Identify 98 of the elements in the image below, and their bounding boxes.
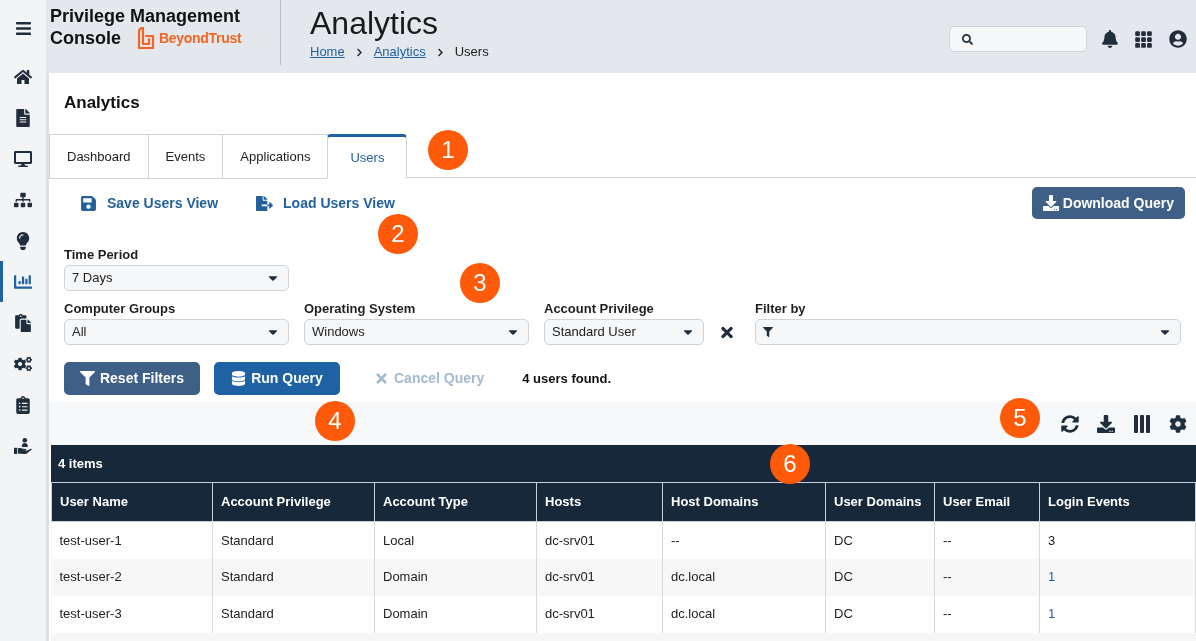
app-title: Console <box>50 27 121 49</box>
result-count: 4 users found. <box>522 369 612 388</box>
search-icon <box>962 33 973 45</box>
breadcrumb-link[interactable]: Users <box>454 44 489 60</box>
menu-icon <box>14 19 32 37</box>
save-icon <box>80 194 97 212</box>
apps-button[interactable] <box>1134 29 1153 49</box>
reset-filters-button[interactable]: Reset Filters <box>64 362 200 395</box>
table-cell: test-user-1 <box>51 521 213 559</box>
dropdown-field[interactable]: Standard User <box>544 319 704 345</box>
page-title: Analytics <box>310 5 440 41</box>
table-cell: Domain <box>374 558 537 596</box>
view-action-link[interactable]: Load Users View <box>256 192 395 214</box>
settings-button[interactable] <box>1169 414 1187 433</box>
field-label: Operating System <box>304 301 417 317</box>
refresh-icon <box>1061 414 1079 433</box>
breadcrumb-link[interactable]: Home <box>310 44 345 60</box>
column-header[interactable]: Account Type <box>374 482 537 522</box>
table-cell: Domain <box>374 595 537 633</box>
dropdown-field[interactable] <box>755 319 1181 345</box>
column-header[interactable]: Hosts <box>536 482 663 522</box>
table-cell: dc-srv01 <box>536 595 663 633</box>
bell-icon <box>1101 30 1119 48</box>
table-cell: Local <box>374 521 537 559</box>
table-cell: DC <box>825 521 935 559</box>
section-heading: Analytics <box>63 92 141 114</box>
home-icon <box>14 67 32 86</box>
column-header[interactable]: Host Domains <box>662 482 826 522</box>
gears-icon <box>14 354 32 373</box>
table-cell: -- <box>934 521 1040 559</box>
dropdown-field[interactable]: Windows <box>304 319 529 345</box>
field-label: Filter by <box>755 301 807 317</box>
chevron-icon <box>354 47 364 57</box>
field-label: Account Privilege <box>544 301 655 317</box>
clipboard-list-icon <box>14 395 32 414</box>
column-header[interactable]: Account Privilege <box>212 482 375 522</box>
table-cell: -- <box>662 521 826 559</box>
columns-button[interactable] <box>1133 414 1151 433</box>
columns-icon <box>1133 414 1151 433</box>
view-action-link[interactable]: Save Users View <box>80 192 219 214</box>
tab[interactable]: Dashboard <box>49 134 149 179</box>
table-cell: test-user-3 <box>51 595 213 633</box>
events-cell: 3 <box>1039 521 1196 559</box>
tab[interactable]: Applications <box>222 134 329 179</box>
item-count: 4 items <box>58 454 103 473</box>
table-cell: dc.local <box>662 558 826 596</box>
bracket-logo-icon <box>137 27 155 49</box>
table-cell: -- <box>934 595 1040 633</box>
table-cell: test-user-2 <box>51 558 213 596</box>
account-button[interactable] <box>1169 30 1187 48</box>
refresh-button[interactable] <box>1061 414 1079 433</box>
monitor-icon <box>14 149 32 168</box>
file-export-icon <box>256 194 274 212</box>
network-icon <box>14 190 32 209</box>
run-query-button[interactable]: Run Query <box>214 362 340 395</box>
field-label: Time Period <box>64 247 140 263</box>
dropdown-field[interactable]: 7 Days <box>64 265 289 291</box>
table-cell: -- <box>934 558 1040 596</box>
download-query-button[interactable]: Download Query <box>1031 187 1185 219</box>
events-cell[interactable]: 1 <box>1039 558 1196 596</box>
table-cell: DC <box>825 595 935 633</box>
tab[interactable]: Users <box>327 134 408 179</box>
table-cell: dc-srv01 <box>536 521 663 559</box>
column-header[interactable]: User Domains <box>825 482 935 522</box>
app-title: Privilege Management <box>50 6 242 27</box>
hand-with-person-icon <box>14 436 32 455</box>
tab[interactable]: Events <box>147 134 224 179</box>
table-cell: Standard <box>212 521 375 559</box>
funnel-icon <box>763 327 773 337</box>
bar-chart-icon <box>14 272 32 291</box>
search-field[interactable] <box>949 26 1087 52</box>
download-icon <box>1042 195 1059 211</box>
events-cell[interactable]: 1 <box>1039 595 1196 633</box>
settings-icon <box>1169 414 1187 433</box>
logo-text: BeyondTrust <box>159 28 242 48</box>
export-button[interactable] <box>1097 414 1115 433</box>
table-cell: Standard <box>212 595 375 633</box>
download-icon <box>1097 414 1115 433</box>
breadcrumb-link[interactable]: Analytics <box>373 44 426 60</box>
chevron-icon <box>435 47 445 57</box>
notifications-button[interactable] <box>1101 30 1119 48</box>
user-icon <box>1169 30 1187 48</box>
table-cell: dc-srv01 <box>536 558 663 596</box>
grid-icon <box>1134 29 1153 49</box>
column-header[interactable]: Login Events <box>1039 482 1196 522</box>
dropdown-field[interactable]: All <box>64 319 289 345</box>
lightbulb-icon <box>14 231 32 250</box>
table-cell: dc.local <box>662 595 826 633</box>
close-icon <box>374 371 389 386</box>
table-cell: Standard <box>212 558 375 596</box>
funnel-icon <box>79 371 95 386</box>
field-label: Computer Groups <box>64 301 177 317</box>
table-cell: DC <box>825 558 935 596</box>
document-icon <box>14 108 32 127</box>
column-header[interactable]: User Email <box>934 482 1040 522</box>
column-header[interactable]: User Name <box>51 482 213 522</box>
clipboard-icon <box>14 313 32 332</box>
database-icon <box>231 371 247 386</box>
